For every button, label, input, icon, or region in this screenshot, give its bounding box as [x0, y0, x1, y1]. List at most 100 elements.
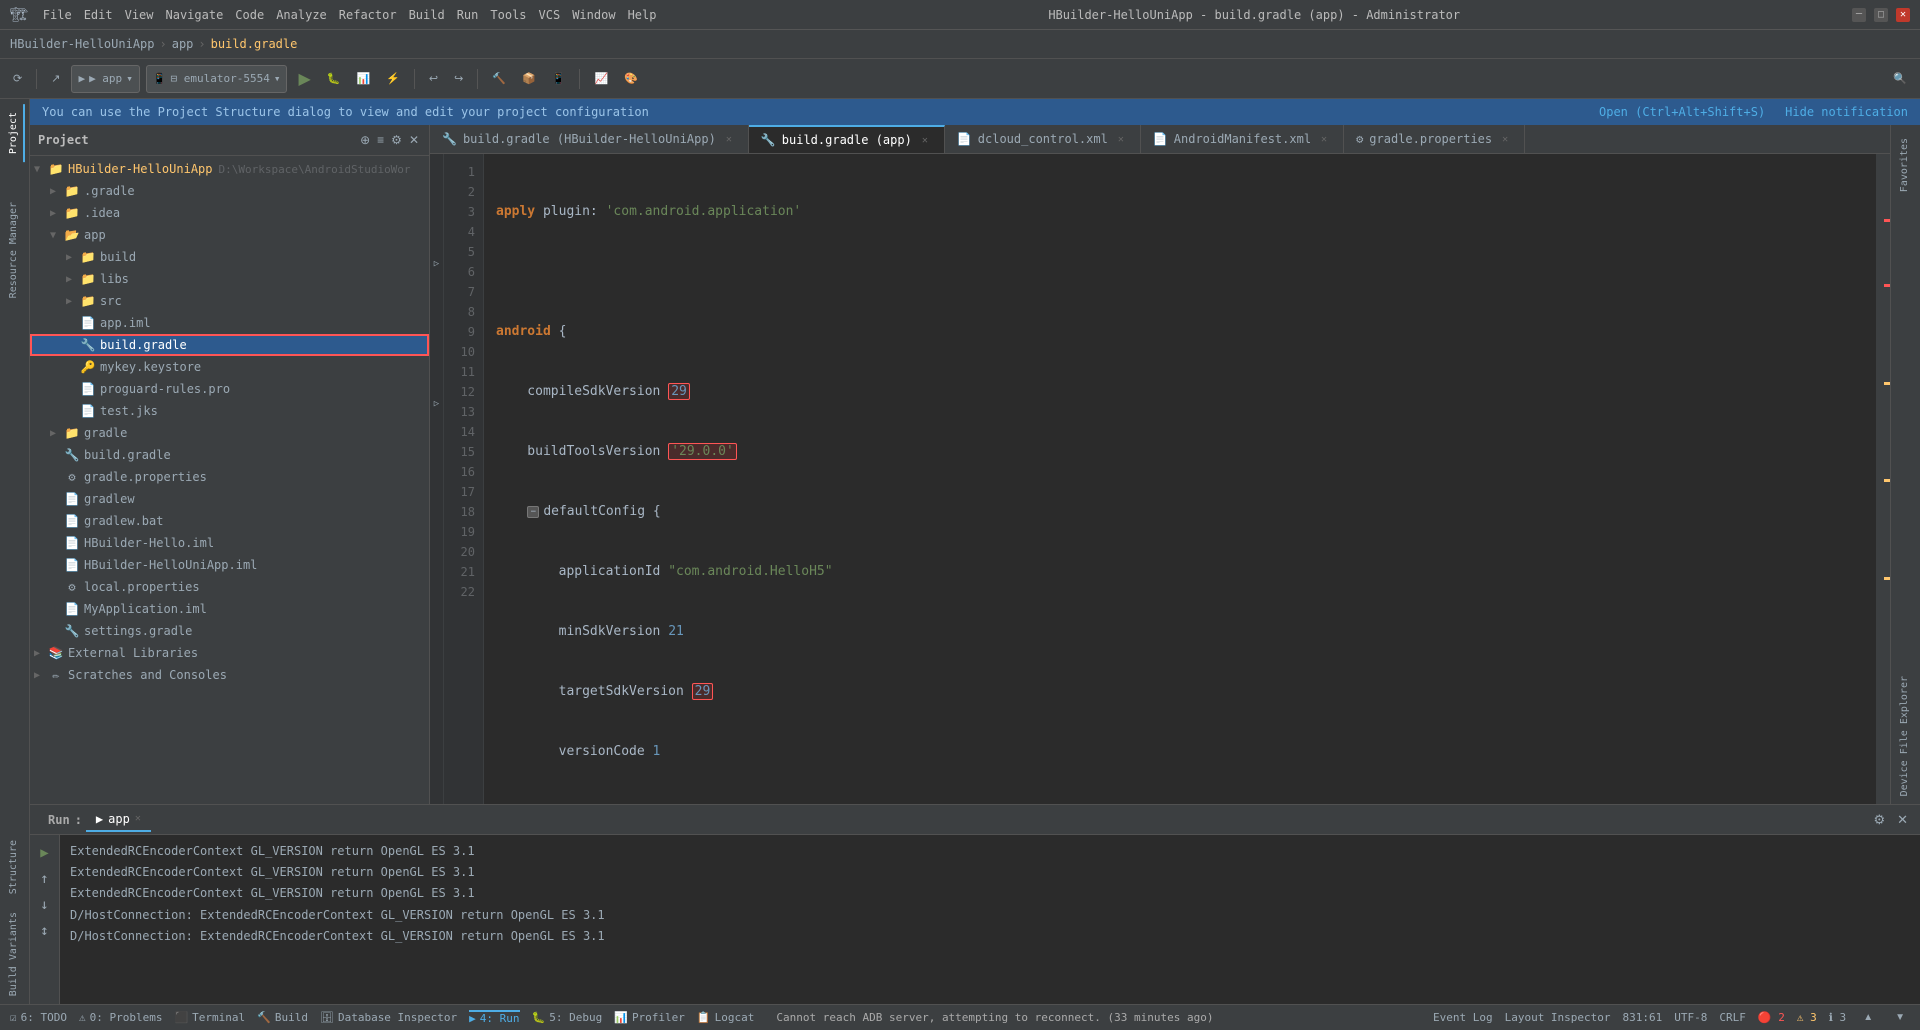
- profiler-tool[interactable]: 📊 Profiler: [614, 1011, 685, 1024]
- run-button[interactable]: ▶: [293, 66, 315, 92]
- build-variants-tab[interactable]: Build Variants: [4, 904, 25, 1004]
- scroll-track[interactable]: [1876, 154, 1890, 804]
- project-tab[interactable]: Project: [4, 104, 25, 162]
- logcat-tool[interactable]: 📋 Logcat: [697, 1011, 754, 1024]
- device-dropdown[interactable]: 📱 ⊟ emulator-5554 ▾: [146, 65, 288, 93]
- tree-item-scratches[interactable]: ▶ ✏ Scratches and Consoles: [30, 664, 429, 686]
- app-run-config-dropdown[interactable]: ▶ ▶ app ▾: [71, 65, 139, 93]
- avd-manager-button[interactable]: 📱: [547, 69, 571, 88]
- tree-item-app[interactable]: ▼ 📂 app: [30, 224, 429, 246]
- cursor-icon[interactable]: ↗: [46, 69, 65, 88]
- device-file-explorer-tab[interactable]: Device File Explorer: [1895, 668, 1916, 804]
- tree-item-libs[interactable]: ▶ 📁 libs: [30, 268, 429, 290]
- tree-item-build[interactable]: ▶ 📁 build: [30, 246, 429, 268]
- warnings-indicator[interactable]: ⚠ 3: [1797, 1011, 1817, 1024]
- structure-tab[interactable]: Structure: [4, 832, 25, 902]
- locate-file-button[interactable]: ⊕: [358, 131, 372, 149]
- redo-button[interactable]: ↪: [449, 69, 468, 88]
- settings-gear-button[interactable]: ⚙: [1869, 810, 1889, 830]
- event-log-button[interactable]: Event Log: [1433, 1011, 1493, 1024]
- resource-manager-tab[interactable]: Resource Manager: [4, 194, 25, 306]
- tree-item-mykey[interactable]: ▶ 🔑 mykey.keystore: [30, 356, 429, 378]
- todo-tool[interactable]: ☑ 6: TODO: [10, 1011, 67, 1024]
- menu-window[interactable]: Window: [572, 8, 615, 22]
- favorites-tab[interactable]: Favorites: [1895, 130, 1916, 200]
- tab-close-dcloud[interactable]: ✕: [1114, 132, 1128, 146]
- menu-analyze[interactable]: Analyze: [276, 8, 327, 22]
- tree-item-testjks[interactable]: ▶ 📄 test.jks: [30, 400, 429, 422]
- tree-item-hbuilderhello[interactable]: ▶ 📄 HBuilder-Hello.iml: [30, 532, 429, 554]
- info-indicator[interactable]: ℹ 3: [1829, 1011, 1846, 1024]
- build-tool[interactable]: 🔨 Build: [257, 1011, 308, 1024]
- tree-item-gradlew[interactable]: ▶ 📄 gradlew: [30, 488, 429, 510]
- tree-item-proguard[interactable]: ▶ 📄 proguard-rules.pro: [30, 378, 429, 400]
- tree-item-gradledir[interactable]: ▶ 📁 gradle: [30, 422, 429, 444]
- sidebar-settings-button[interactable]: ⚙: [389, 131, 404, 149]
- minimize-button[interactable]: ─: [1852, 8, 1866, 22]
- build-button[interactable]: 🔨: [487, 69, 511, 88]
- tree-item-buildgradle-app[interactable]: ▶ 🔧 build.gradle: [30, 334, 429, 356]
- coverage-button[interactable]: 📊: [352, 69, 376, 88]
- run-start-button[interactable]: ▶: [35, 843, 55, 863]
- errors-indicator[interactable]: 🔴 2: [1758, 1011, 1785, 1024]
- menu-edit[interactable]: Edit: [84, 8, 113, 22]
- profiler-toolbar-button[interactable]: 📈: [589, 69, 613, 88]
- database-inspector-tool[interactable]: 🗄 Database Inspector: [320, 1011, 457, 1024]
- tab-android-manifest[interactable]: 📄 AndroidManifest.xml ✕: [1141, 125, 1344, 153]
- tab-close-gradleprops[interactable]: ✕: [1498, 132, 1512, 146]
- layout-inspector-button[interactable]: Layout Inspector: [1505, 1011, 1611, 1024]
- run-tool[interactable]: ▶ 4: Run: [469, 1010, 519, 1025]
- tree-item-appiml[interactable]: ▶ 📄 app.iml: [30, 312, 429, 334]
- tab-gradle-properties[interactable]: ⚙ gradle.properties ✕: [1344, 125, 1525, 153]
- tree-item-hbuilderhellouniapp[interactable]: ▶ 📄 HBuilder-HelloUniApp.iml: [30, 554, 429, 576]
- breadcrumb-app[interactable]: HBuilder-HelloUniApp: [10, 37, 155, 51]
- tree-item-gradleprops[interactable]: ▶ ⚙ gradle.properties: [30, 466, 429, 488]
- tree-item-src[interactable]: ▶ 📁 src: [30, 290, 429, 312]
- tree-item-root[interactable]: ▼ 📁 HBuilder-HelloUniApp D:\Workspace\An…: [30, 158, 429, 180]
- close-panel-button[interactable]: ✕: [1893, 810, 1912, 830]
- maximize-button[interactable]: □: [1874, 8, 1888, 22]
- sidebar-close-button[interactable]: ✕: [407, 131, 421, 149]
- line-col-indicator[interactable]: 831:61: [1623, 1011, 1663, 1024]
- notifications-up-button[interactable]: ▲: [1858, 1009, 1878, 1026]
- tree-item-dotidea[interactable]: ▶ 📁 .idea: [30, 202, 429, 224]
- tab-close-hbuilder[interactable]: ✕: [722, 132, 736, 146]
- menu-tools[interactable]: Tools: [490, 8, 526, 22]
- menu-run[interactable]: Run: [457, 8, 479, 22]
- run-down-button[interactable]: ↓: [35, 895, 55, 915]
- tree-item-myapp[interactable]: ▶ 📄 MyApplication.iml: [30, 598, 429, 620]
- tab-build-gradle-hbuilder[interactable]: 🔧 build.gradle (HBuilder-HelloUniApp) ✕: [430, 125, 749, 153]
- undo-button[interactable]: ↩: [424, 69, 443, 88]
- tree-item-buildgradle-root[interactable]: ▶ 🔧 build.gradle: [30, 444, 429, 466]
- breadcrumb-module[interactable]: app: [172, 37, 194, 51]
- debug-tool[interactable]: 🐛 5: Debug: [532, 1011, 603, 1024]
- collapse-all-button[interactable]: ≡: [375, 131, 386, 149]
- menu-refactor[interactable]: Refactor: [339, 8, 397, 22]
- tree-item-external-libs[interactable]: ▶ 📚 External Libraries: [30, 642, 429, 664]
- app-run-tab-close[interactable]: ✕: [135, 813, 141, 824]
- problems-tool[interactable]: ⚠ 0: Problems: [79, 1011, 162, 1024]
- line-ending-indicator[interactable]: CRLF: [1719, 1011, 1746, 1024]
- encoding-indicator[interactable]: UTF-8: [1674, 1011, 1707, 1024]
- tab-dcloud-control[interactable]: 📄 dcloud_control.xml ✕: [945, 125, 1141, 153]
- theme-editor-button[interactable]: 🎨: [619, 69, 643, 88]
- search-everywhere-button[interactable]: 🔍: [1888, 69, 1912, 88]
- sync-button[interactable]: ⟳: [8, 69, 27, 88]
- app-run-tab[interactable]: ▶ app ✕: [86, 808, 151, 832]
- run-wrap-button[interactable]: ↕: [35, 921, 55, 941]
- menu-navigate[interactable]: Navigate: [166, 8, 224, 22]
- menu-view[interactable]: View: [125, 8, 154, 22]
- notification-open-link[interactable]: Open (Ctrl+Alt+Shift+S): [1599, 105, 1765, 119]
- notification-hide-link[interactable]: Hide notification: [1785, 105, 1908, 119]
- menu-vcs[interactable]: VCS: [539, 8, 561, 22]
- tab-close-manifest[interactable]: ✕: [1317, 132, 1331, 146]
- terminal-tool[interactable]: ⬛ Terminal: [174, 1011, 245, 1024]
- tree-item-settingsgradle[interactable]: ▶ 🔧 settings.gradle: [30, 620, 429, 642]
- menu-help[interactable]: Help: [628, 8, 657, 22]
- sdk-manager-button[interactable]: 📦: [517, 69, 541, 88]
- menu-file[interactable]: File: [43, 8, 72, 22]
- notifications-down-button[interactable]: ▼: [1890, 1009, 1910, 1026]
- attach-debugger-button[interactable]: ⚡: [381, 69, 405, 88]
- tab-close-app[interactable]: ✕: [918, 133, 932, 147]
- menu-code[interactable]: Code: [235, 8, 264, 22]
